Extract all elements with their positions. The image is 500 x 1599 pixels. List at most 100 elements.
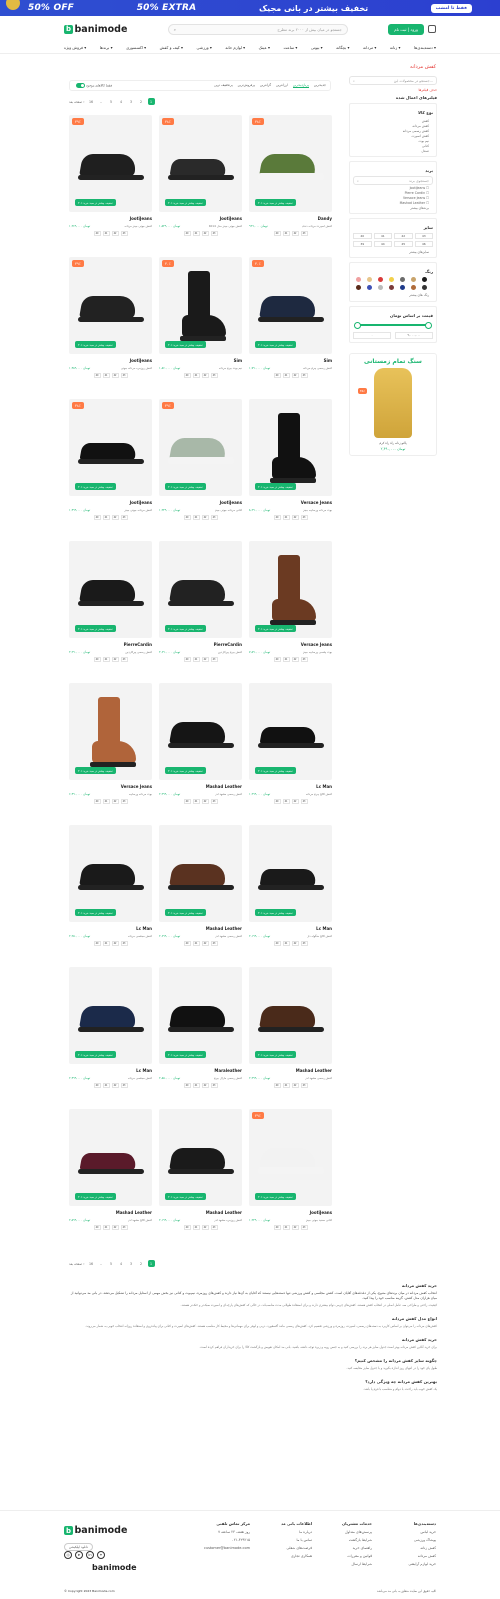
- page-number[interactable]: ..: [98, 1260, 105, 1267]
- size-chip[interactable]: 42: [201, 515, 209, 520]
- color-swatch[interactable]: [377, 277, 383, 282]
- nav-item[interactable]: کیف و کفش ▾: [160, 45, 183, 50]
- size-chip[interactable]: 41: [282, 1225, 290, 1230]
- price-min-input[interactable]: ۰: [353, 331, 391, 339]
- footer-link[interactable]: ۷ روز هفته، ۲۴ ساعته: [190, 1530, 250, 1534]
- size-chip[interactable]: 41: [282, 799, 290, 804]
- product-card[interactable]: ۳۰٪ تخفیف بیشتر در سبد خرید Lc Man ۱,۹۹۹,۰…: [249, 683, 332, 816]
- page-number[interactable]: 1: [147, 98, 155, 105]
- nav-item[interactable]: زنانه ▾: [390, 45, 401, 50]
- size-chip[interactable]: 42: [291, 515, 299, 520]
- size-option[interactable]: 46: [414, 241, 433, 247]
- nav-item[interactable]: بچگانه ▾: [336, 45, 349, 50]
- size-chip[interactable]: 42: [111, 515, 119, 520]
- size-chip[interactable]: 42: [291, 1225, 299, 1230]
- size-chip[interactable]: 41: [192, 231, 200, 236]
- size-chip[interactable]: 43: [300, 373, 308, 378]
- size-chip[interactable]: 43: [300, 941, 308, 946]
- product-image[interactable]: ۳۰٪ ۳۰٪ تخفیف بیشتر در سبد خرید: [159, 257, 242, 354]
- logo[interactable]: b banimode: [64, 24, 127, 35]
- product-card[interactable]: ۳۰٪ تخفیف بیشتر در سبد خرید Mashad Leathe…: [69, 1109, 152, 1242]
- footer-link[interactable]: پوشاک ورزشی: [382, 1538, 436, 1542]
- product-image[interactable]: ۳۰٪ تخفیف بیشتر در سبد خرید: [159, 967, 242, 1064]
- color-swatch[interactable]: [410, 277, 416, 282]
- size-chip[interactable]: 43: [120, 657, 128, 662]
- size-chip[interactable]: 42: [201, 1083, 209, 1088]
- cart-icon[interactable]: [427, 25, 436, 33]
- size-chip[interactable]: 40: [93, 1083, 101, 1088]
- twitter-icon[interactable]: ✦: [97, 1551, 105, 1559]
- size-chip[interactable]: 40: [273, 1083, 281, 1088]
- color-swatch[interactable]: [377, 284, 383, 290]
- size-chip[interactable]: 40: [183, 1225, 191, 1230]
- nav-item[interactable]: ورزشی ▾: [197, 45, 212, 50]
- size-chip[interactable]: 41: [102, 799, 110, 804]
- instagram-icon[interactable]: ◎: [64, 1551, 72, 1559]
- size-chip[interactable]: 40: [93, 231, 101, 236]
- product-image[interactable]: ۳۰٪ ۳۰٪ تخفیف بیشتر در سبد خرید: [249, 257, 332, 354]
- top-banner[interactable]: 50% OFF 50% EXTRA تخفیف بیشتر در بانی مج…: [0, 0, 500, 16]
- color-swatch[interactable]: [399, 284, 405, 290]
- size-chip[interactable]: 43: [210, 231, 218, 236]
- product-card[interactable]: ۳۸٪ ۳۰٪ تخفیف بیشتر در سبد خرید JootiJeans…: [159, 115, 242, 248]
- size-option[interactable]: 42: [394, 233, 413, 239]
- size-chip[interactable]: 40: [183, 1083, 191, 1088]
- color-swatch[interactable]: [366, 284, 372, 290]
- footer-link[interactable]: فرصت‌های شغلی: [262, 1546, 312, 1550]
- sort-option[interactable]: پربازدیدترین: [292, 83, 309, 88]
- size-chip[interactable]: 41: [192, 799, 200, 804]
- size-chip[interactable]: 40: [273, 373, 281, 378]
- footer-link[interactable]: ۰۲۱-۴۲۹۲۱۵: [190, 1538, 250, 1542]
- footer-link[interactable]: قوانین و مقررات: [322, 1554, 372, 1558]
- size-chip[interactable]: 43: [210, 799, 218, 804]
- product-image[interactable]: ۳۰٪ تخفیف بیشتر در سبد خرید: [69, 825, 152, 922]
- size-chip[interactable]: 42: [111, 799, 119, 804]
- banner-cta-button[interactable]: فقط تا امشب: [430, 3, 472, 13]
- product-card[interactable]: ۳۰٪ تخفیف بیشتر در سبد خرید Mashad Leathe…: [159, 825, 242, 958]
- size-chip[interactable]: 42: [201, 657, 209, 662]
- page-number[interactable]: 5: [108, 98, 115, 105]
- color-swatch[interactable]: [356, 277, 361, 282]
- nav-item[interactable]: ساعت ▾: [284, 45, 298, 50]
- product-card[interactable]: ۳۰٪ تخفیف بیشتر در سبد خرید Maraleather ۲,…: [159, 967, 242, 1100]
- size-chip[interactable]: 41: [192, 1083, 200, 1088]
- nav-item[interactable]: اکسسوری ▾: [126, 45, 146, 50]
- size-chip[interactable]: 41: [102, 373, 110, 378]
- product-image[interactable]: ۳۰٪ تخفیف بیشتر در سبد خرید: [249, 967, 332, 1064]
- next-page-button[interactable]: صفحه بعد ›: [69, 1260, 85, 1267]
- clear-filters-link[interactable]: حذف فیلترها: [349, 88, 437, 92]
- color-swatch[interactable]: [388, 277, 394, 282]
- footer-link[interactable]: customer@banimode.com: [190, 1546, 250, 1550]
- product-image[interactable]: ۳۰٪ تخفیف بیشتر در سبد خرید: [249, 541, 332, 638]
- size-chip[interactable]: 42: [111, 373, 119, 378]
- sort-option[interactable]: پرفروش‌ترین: [238, 83, 255, 88]
- footer-link[interactable]: همکاری تجاری: [262, 1554, 312, 1558]
- size-chip[interactable]: 43: [300, 657, 308, 662]
- product-card[interactable]: ۳۰٪ تخفیف بیشتر در سبد خرید Versace Jeans…: [249, 399, 332, 532]
- product-image[interactable]: ۳۰٪ تخفیف بیشتر در سبد خرید: [159, 825, 242, 922]
- next-page-button[interactable]: صفحه بعد ›: [69, 98, 85, 105]
- product-image[interactable]: ۳۹٪ ۳۰٪ تخفیف بیشتر در سبد خرید: [249, 1109, 332, 1206]
- sort-option[interactable]: پرتخفیف ترین: [214, 83, 232, 88]
- product-card[interactable]: ۳۰٪ ۳۰٪ تخفیف بیشتر در سبد خرید Sim ۱,۸۶۰,۰…: [159, 257, 242, 390]
- product-image[interactable]: ۳۸٪ ۳۰٪ تخفیف بیشتر در سبد خرید: [159, 115, 242, 212]
- more-sizes-link[interactable]: سایزهای بیشتر: [353, 249, 433, 254]
- footer-link[interactable]: پرسش‌های متداول: [322, 1530, 372, 1534]
- nav-item[interactable]: لوازم خانه ▾: [225, 45, 245, 50]
- size-chip[interactable]: 41: [192, 941, 200, 946]
- available-toggle[interactable]: فقط کالاهای موجود: [74, 83, 112, 88]
- product-image[interactable]: ۳۰٪ تخفیف بیشتر در سبد خرید: [69, 967, 152, 1064]
- footer-link[interactable]: شرایط بازگشت: [322, 1538, 372, 1542]
- sidebar-search-input[interactable]: ⌕ جستجو در محصولات این...: [349, 76, 437, 85]
- color-swatch[interactable]: [366, 277, 372, 282]
- size-chip[interactable]: 41: [192, 515, 200, 520]
- price-max-input[interactable]: ۹,۰۰۰,۰۰۰: [395, 331, 433, 339]
- size-chip[interactable]: 41: [102, 941, 110, 946]
- product-card[interactable]: ۳۹٪ ۳۰٪ تخفیف بیشتر در سبد خرید JootiJeans…: [249, 1109, 332, 1242]
- size-chip[interactable]: 43: [210, 657, 218, 662]
- size-chip[interactable]: 41: [102, 657, 110, 662]
- size-chip[interactable]: 40: [273, 231, 281, 236]
- size-chip[interactable]: 43: [210, 1083, 218, 1088]
- size-chip[interactable]: 42: [111, 657, 119, 662]
- sort-option[interactable]: جدیدترین: [314, 83, 326, 88]
